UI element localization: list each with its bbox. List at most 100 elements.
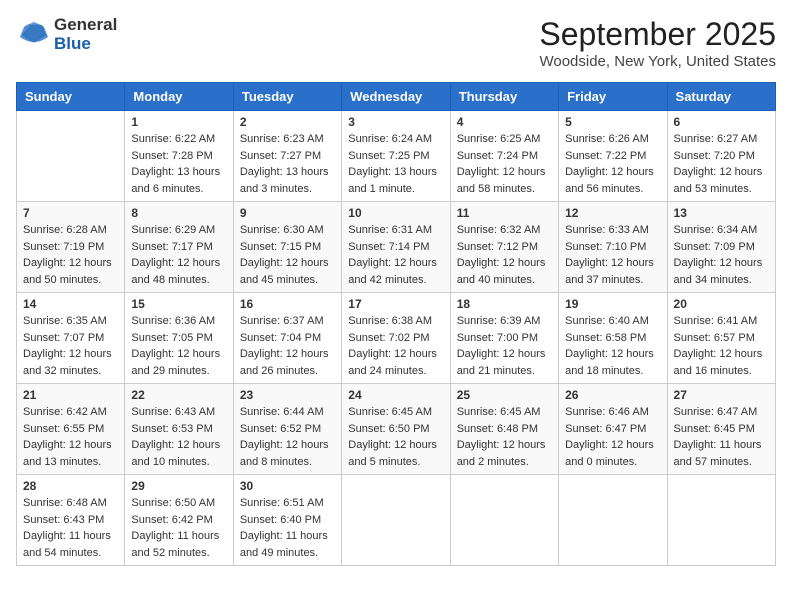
day-info: Sunrise: 6:31 AMSunset: 7:14 PMDaylight:…	[348, 222, 443, 288]
day-info: Sunrise: 6:22 AMSunset: 7:28 PMDaylight:…	[131, 131, 226, 197]
page-title: September 2025	[539, 16, 776, 53]
day-number: 13	[674, 206, 769, 220]
day-number: 20	[674, 297, 769, 311]
day-info: Sunrise: 6:27 AMSunset: 7:20 PMDaylight:…	[674, 131, 769, 197]
calendar-cell: 5Sunrise: 6:26 AMSunset: 7:22 PMDaylight…	[559, 111, 667, 202]
calendar-cell	[667, 475, 775, 566]
day-number: 18	[457, 297, 552, 311]
day-info: Sunrise: 6:43 AMSunset: 6:53 PMDaylight:…	[131, 404, 226, 470]
day-info: Sunrise: 6:42 AMSunset: 6:55 PMDaylight:…	[23, 404, 118, 470]
calendar-week-5: 28 Sunrise: 6:48 AMSunset: 6:43 PMDayligh…	[17, 475, 776, 566]
calendar-cell: 23 Sunrise: 6:44 AMSunset: 6:52 PMDayligh…	[233, 384, 341, 475]
day-info: Sunrise: 6:44 AMSunset: 6:52 PMDaylight:…	[240, 404, 335, 470]
day-info: Sunrise: 6:46 AMSunset: 6:47 PMDaylight:…	[565, 404, 660, 470]
day-info: Sunrise: 6:45 AMSunset: 6:48 PMDaylight:…	[457, 404, 552, 470]
calendar-cell: 22Sunrise: 6:43 AMSunset: 6:53 PMDayligh…	[125, 384, 233, 475]
calendar-table: SundayMondayTuesdayWednesdayThursdayFrid…	[16, 82, 776, 566]
day-info: Sunrise: 6:35 AMSunset: 7:07 PMDaylight:…	[23, 313, 118, 379]
day-info: Sunrise: 6:48 AMSunset: 6:43 PMDaylight:…	[23, 495, 118, 561]
day-number: 14	[23, 297, 118, 311]
calendar-header-friday: Friday	[559, 83, 667, 111]
logo-general: General	[54, 16, 117, 35]
calendar-cell: 19 Sunrise: 6:40 AMSunset: 6:58 PMDayligh…	[559, 293, 667, 384]
calendar-cell: 15 Sunrise: 6:36 AMSunset: 7:05 PMDayligh…	[125, 293, 233, 384]
day-info: Sunrise: 6:32 AMSunset: 7:12 PMDaylight:…	[457, 222, 552, 288]
day-number: 5	[565, 115, 660, 129]
calendar-cell: 4 Sunrise: 6:25 AMSunset: 7:24 PMDaylight…	[450, 111, 558, 202]
calendar-header-tuesday: Tuesday	[233, 83, 341, 111]
day-info: Sunrise: 6:50 AMSunset: 6:42 PMDaylight:…	[131, 495, 226, 561]
day-number: 26	[565, 388, 660, 402]
calendar-week-4: 21Sunrise: 6:42 AMSunset: 6:55 PMDayligh…	[17, 384, 776, 475]
calendar-week-3: 14 Sunrise: 6:35 AMSunset: 7:07 PMDayligh…	[17, 293, 776, 384]
calendar-cell: 6 Sunrise: 6:27 AMSunset: 7:20 PMDaylight…	[667, 111, 775, 202]
day-number: 11	[457, 206, 552, 220]
calendar-cell: 10Sunrise: 6:31 AMSunset: 7:14 PMDayligh…	[342, 202, 450, 293]
calendar-cell: 14 Sunrise: 6:35 AMSunset: 7:07 PMDayligh…	[17, 293, 125, 384]
day-info: Sunrise: 6:33 AMSunset: 7:10 PMDaylight:…	[565, 222, 660, 288]
day-info: Sunrise: 6:40 AMSunset: 6:58 PMDaylight:…	[565, 313, 660, 379]
day-number: 17	[348, 297, 443, 311]
calendar-cell: 24 Sunrise: 6:45 AMSunset: 6:50 PMDayligh…	[342, 384, 450, 475]
day-info: Sunrise: 6:25 AMSunset: 7:24 PMDaylight:…	[457, 131, 552, 197]
day-number: 16	[240, 297, 335, 311]
calendar-cell: 25 Sunrise: 6:45 AMSunset: 6:48 PMDayligh…	[450, 384, 558, 475]
calendar-cell: 9 Sunrise: 6:30 AMSunset: 7:15 PMDaylight…	[233, 202, 341, 293]
logo-blue: Blue	[54, 35, 117, 54]
day-info: Sunrise: 6:24 AMSunset: 7:25 PMDaylight:…	[348, 131, 443, 197]
day-number: 24	[348, 388, 443, 402]
day-number: 1	[131, 115, 226, 129]
calendar-week-2: 7Sunrise: 6:28 AMSunset: 7:19 PMDaylight…	[17, 202, 776, 293]
day-number: 9	[240, 206, 335, 220]
day-number: 27	[674, 388, 769, 402]
day-number: 19	[565, 297, 660, 311]
day-number: 6	[674, 115, 769, 129]
day-info: Sunrise: 6:29 AMSunset: 7:17 PMDaylight:…	[131, 222, 226, 288]
calendar-cell: 20 Sunrise: 6:41 AMSunset: 6:57 PMDayligh…	[667, 293, 775, 384]
calendar-cell: 18 Sunrise: 6:39 AMSunset: 7:00 PMDayligh…	[450, 293, 558, 384]
day-info: Sunrise: 6:47 AMSunset: 6:45 PMDaylight:…	[674, 404, 769, 470]
page-subtitle: Woodside, New York, United States	[539, 53, 776, 70]
calendar-cell: 16 Sunrise: 6:37 AMSunset: 7:04 PMDayligh…	[233, 293, 341, 384]
page-header: General Blue September 2025 Woodside, Ne…	[16, 16, 776, 70]
day-info: Sunrise: 6:37 AMSunset: 7:04 PMDaylight:…	[240, 313, 335, 379]
day-number: 12	[565, 206, 660, 220]
calendar-cell: 13Sunrise: 6:34 AMSunset: 7:09 PMDayligh…	[667, 202, 775, 293]
calendar-cell: 3 Sunrise: 6:24 AMSunset: 7:25 PMDaylight…	[342, 111, 450, 202]
day-number: 15	[131, 297, 226, 311]
logo-icon	[16, 17, 52, 53]
calendar-cell	[450, 475, 558, 566]
logo: General Blue	[16, 16, 117, 53]
day-number: 23	[240, 388, 335, 402]
day-info: Sunrise: 6:51 AMSunset: 6:40 PMDaylight:…	[240, 495, 335, 561]
calendar-cell	[17, 111, 125, 202]
day-info: Sunrise: 6:45 AMSunset: 6:50 PMDaylight:…	[348, 404, 443, 470]
calendar-week-1: 1 Sunrise: 6:22 AMSunset: 7:28 PMDaylight…	[17, 111, 776, 202]
calendar-header-saturday: Saturday	[667, 83, 775, 111]
calendar-header-monday: Monday	[125, 83, 233, 111]
day-info: Sunrise: 6:28 AMSunset: 7:19 PMDaylight:…	[23, 222, 118, 288]
calendar-header-wednesday: Wednesday	[342, 83, 450, 111]
calendar-cell: 29 Sunrise: 6:50 AMSunset: 6:42 PMDayligh…	[125, 475, 233, 566]
calendar-cell: 7Sunrise: 6:28 AMSunset: 7:19 PMDaylight…	[17, 202, 125, 293]
calendar-cell: 2Sunrise: 6:23 AMSunset: 7:27 PMDaylight…	[233, 111, 341, 202]
calendar-cell: 11 Sunrise: 6:32 AMSunset: 7:12 PMDayligh…	[450, 202, 558, 293]
day-number: 8	[131, 206, 226, 220]
calendar-cell: 30Sunrise: 6:51 AMSunset: 6:40 PMDayligh…	[233, 475, 341, 566]
day-number: 3	[348, 115, 443, 129]
day-info: Sunrise: 6:36 AMSunset: 7:05 PMDaylight:…	[131, 313, 226, 379]
day-number: 28	[23, 479, 118, 493]
day-number: 29	[131, 479, 226, 493]
day-info: Sunrise: 6:38 AMSunset: 7:02 PMDaylight:…	[348, 313, 443, 379]
calendar-cell: 17 Sunrise: 6:38 AMSunset: 7:02 PMDayligh…	[342, 293, 450, 384]
day-number: 4	[457, 115, 552, 129]
day-number: 2	[240, 115, 335, 129]
day-info: Sunrise: 6:41 AMSunset: 6:57 PMDaylight:…	[674, 313, 769, 379]
calendar-cell: 27 Sunrise: 6:47 AMSunset: 6:45 PMDayligh…	[667, 384, 775, 475]
day-info: Sunrise: 6:39 AMSunset: 7:00 PMDaylight:…	[457, 313, 552, 379]
calendar-cell	[342, 475, 450, 566]
title-block: September 2025 Woodside, New York, Unite…	[539, 16, 776, 70]
calendar-cell: 21Sunrise: 6:42 AMSunset: 6:55 PMDayligh…	[17, 384, 125, 475]
day-info: Sunrise: 6:30 AMSunset: 7:15 PMDaylight:…	[240, 222, 335, 288]
day-number: 25	[457, 388, 552, 402]
